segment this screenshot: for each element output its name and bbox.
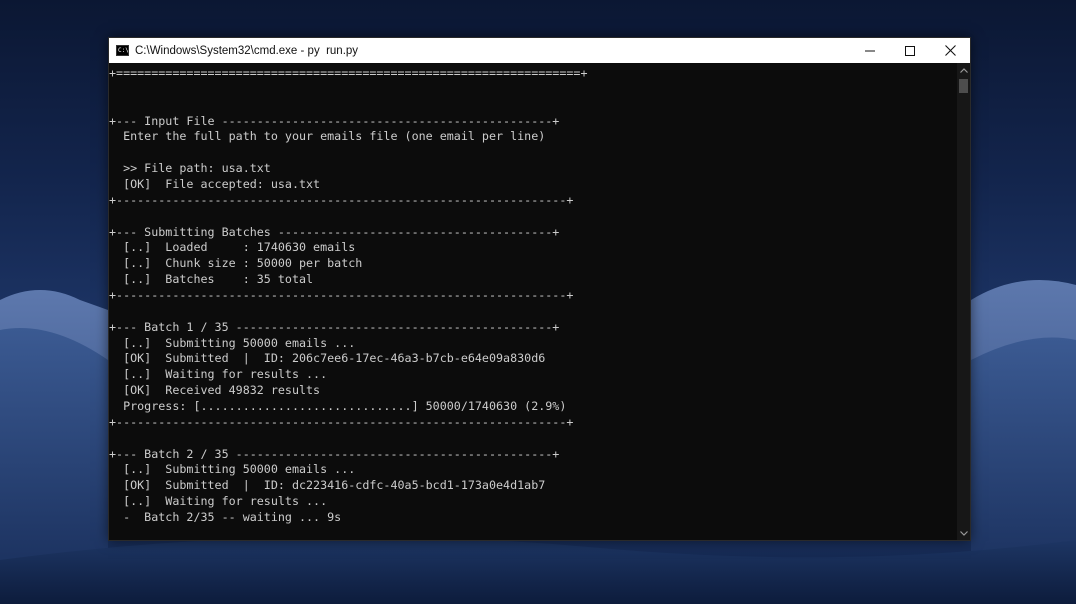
maximize-button[interactable] xyxy=(890,38,930,63)
scroll-up-button[interactable] xyxy=(957,63,970,77)
console-line: +--- Input File ------------------------… xyxy=(109,113,560,128)
minimize-icon xyxy=(865,50,875,51)
console-line: [..] Loaded : 1740630 emails xyxy=(109,240,356,255)
minimize-button[interactable] xyxy=(850,38,890,63)
chevron-up-icon xyxy=(959,67,968,73)
console-line: [OK] Submitted | ID: dc223416-cdfc-40a5-… xyxy=(109,478,546,493)
console-line: [..] Waiting for results ... xyxy=(109,494,328,509)
console-lines: +=======================================… xyxy=(109,66,587,526)
console-line: +=======================================… xyxy=(109,66,588,80)
console-line: - Batch 2/35 -- waiting ... 9s xyxy=(109,510,342,525)
console-line: +--- Submitting Batches ----------------… xyxy=(109,224,560,239)
console-line: Progress: [.............................… xyxy=(109,399,567,414)
close-icon xyxy=(944,45,956,56)
cmd-icon: C:\ xyxy=(116,45,129,56)
console-line: +--- Batch 2 / 35 ----------------------… xyxy=(109,446,560,461)
console-line: [..] Submitting 50000 emails ... xyxy=(109,335,356,350)
vertical-scrollbar[interactable] xyxy=(957,63,970,540)
console-line: [..] Batches : 35 total xyxy=(109,272,314,287)
console-line: [OK] Received 49832 results xyxy=(109,383,321,398)
maximize-icon xyxy=(905,45,915,56)
console-line: [..] Chunk size : 50000 per batch xyxy=(109,256,363,271)
console-line: [OK] Submitted | ID: 206c7ee6-17ec-46a3-… xyxy=(109,351,546,366)
window-title: C:\Windows\System32\cmd.exe - py run.py xyxy=(135,44,359,57)
console-line: +--- Batch 1 / 35 ----------------------… xyxy=(109,319,560,334)
chevron-down-icon xyxy=(959,530,968,536)
console-line: >> File path: usa.txt xyxy=(109,161,271,176)
console-line: +---------------------------------------… xyxy=(109,192,574,207)
console-line: [..] Submitting 50000 emails ... xyxy=(109,462,356,477)
scroll-down-button[interactable] xyxy=(957,526,970,540)
console-line: +---------------------------------------… xyxy=(109,414,574,429)
console-line: +---------------------------------------… xyxy=(109,288,574,303)
console-line: [..] Waiting for results ... xyxy=(109,367,328,382)
title-bar[interactable]: C:\ C:\Windows\System32\cmd.exe - py run… xyxy=(109,38,970,63)
console-line: Enter the full path to your emails file … xyxy=(109,129,546,144)
console-output[interactable]: +=======================================… xyxy=(109,63,957,540)
console-line: [OK] File accepted: usa.txt xyxy=(109,177,321,192)
close-button[interactable] xyxy=(930,38,970,63)
scrollbar-thumb[interactable] xyxy=(959,79,968,93)
cmd-window[interactable]: C:\ C:\Windows\System32\cmd.exe - py run… xyxy=(108,37,971,541)
